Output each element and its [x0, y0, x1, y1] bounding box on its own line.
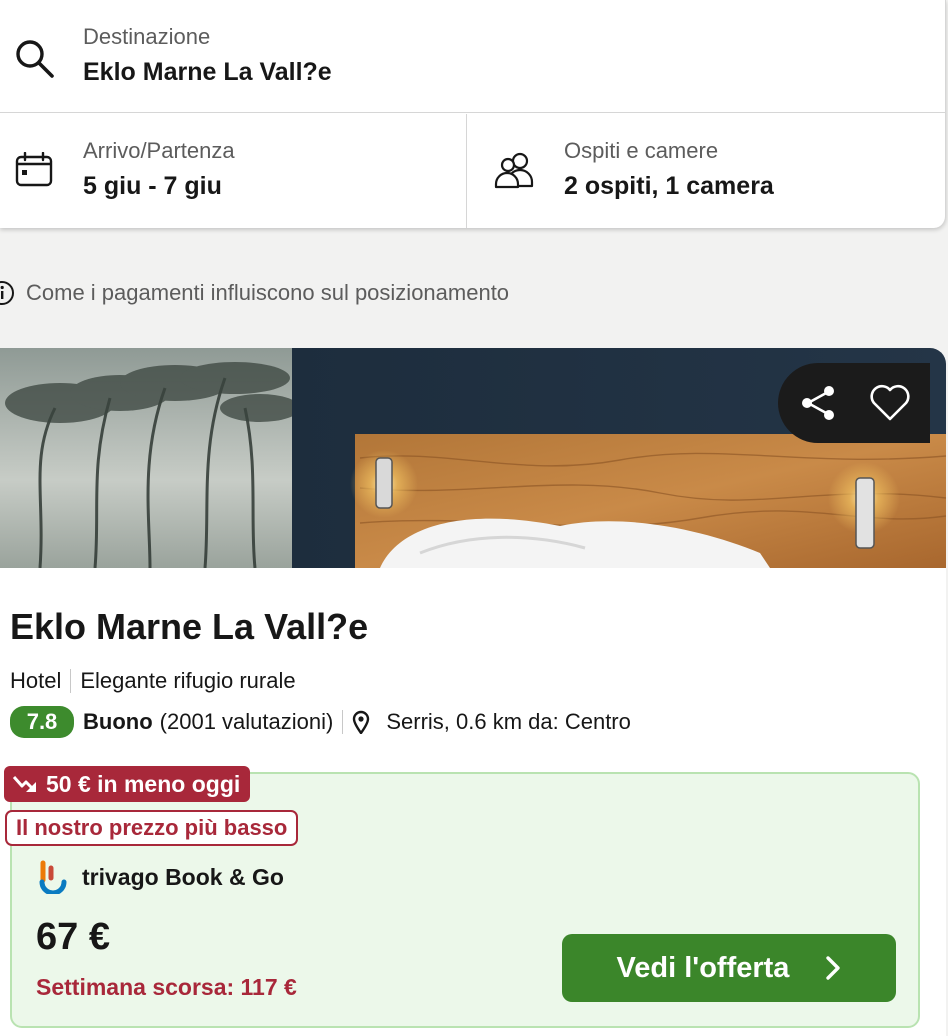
lowest-price-badge: Il nostro prezzo più basso	[5, 810, 299, 846]
guests-value: 2 ospiti, 1 camera	[564, 172, 774, 200]
rating-score-badge: 7.8	[10, 706, 74, 738]
search-card: Destinazione Eklo Marne La Vall?e Arrivo…	[0, 0, 946, 228]
calendar-icon	[15, 152, 53, 187]
hotel-name[interactable]: Eklo Marne La Vall?e	[10, 606, 368, 648]
dates-label: Arrivo/Partenza	[83, 138, 235, 163]
hotel-location[interactable]: Serris, 0.6 km da: Centro	[386, 709, 631, 735]
price-drop-text: 50 € in meno oggi	[46, 770, 241, 797]
rating-count[interactable]: (2001 valutazioni)	[160, 709, 334, 735]
view-deal-label: Vedi l'offerta	[616, 951, 790, 984]
chevron-right-icon	[826, 956, 841, 980]
hotel-card[interactable]: Eklo Marne La Vall?e Hotel Elegante rifu…	[0, 348, 946, 1036]
location-pin-icon	[353, 710, 370, 734]
price: 67 €	[36, 916, 110, 958]
share-icon[interactable]	[798, 383, 838, 423]
search-icon	[16, 40, 54, 78]
hotel-description: Elegante rifugio rurale	[80, 668, 296, 693]
dates-field[interactable]: Arrivo/Partenza 5 giu - 7 giu	[0, 114, 467, 228]
provider-name: trivago Book & Go	[82, 863, 284, 890]
guests-label: Ospiti e camere	[564, 138, 719, 163]
trend-down-icon	[12, 776, 36, 792]
trivago-logo-icon	[39, 860, 67, 894]
ranking-info-link[interactable]: Come i pagamenti influiscono sul posizio…	[0, 278, 509, 308]
rating-row: 7.8 Buono (2001 valutazioni) Serris, 0.6…	[10, 706, 631, 738]
last-week-price: Settimana scorsa: 117 €	[36, 974, 297, 1000]
view-deal-button[interactable]: Vedi l'offerta	[562, 934, 896, 1002]
destination-value: Eklo Marne La Vall?e	[83, 58, 332, 86]
photo-actions	[778, 363, 930, 443]
destination-label: Destinazione	[83, 24, 211, 49]
divider	[70, 669, 72, 693]
rating-word: Buono	[83, 709, 153, 734]
price-drop-badge: 50 € in meno oggi	[4, 766, 251, 802]
divider	[342, 710, 344, 734]
info-icon	[0, 281, 14, 305]
hotel-type: Hotel	[10, 668, 62, 693]
ranking-info-text: Come i pagamenti influiscono sul posizio…	[26, 280, 510, 305]
dates-value: 5 giu - 7 giu	[83, 172, 222, 200]
destination-field[interactable]: Destinazione Eklo Marne La Vall?e	[0, 0, 945, 113]
guests-field[interactable]: Ospiti e camere 2 ospiti, 1 camera	[468, 114, 946, 228]
guests-icon	[494, 152, 534, 189]
favorite-heart-icon[interactable]	[868, 381, 912, 423]
provider: trivago Book & Go	[38, 860, 284, 894]
hotel-meta: Hotel Elegante rifugio rurale	[10, 668, 296, 694]
